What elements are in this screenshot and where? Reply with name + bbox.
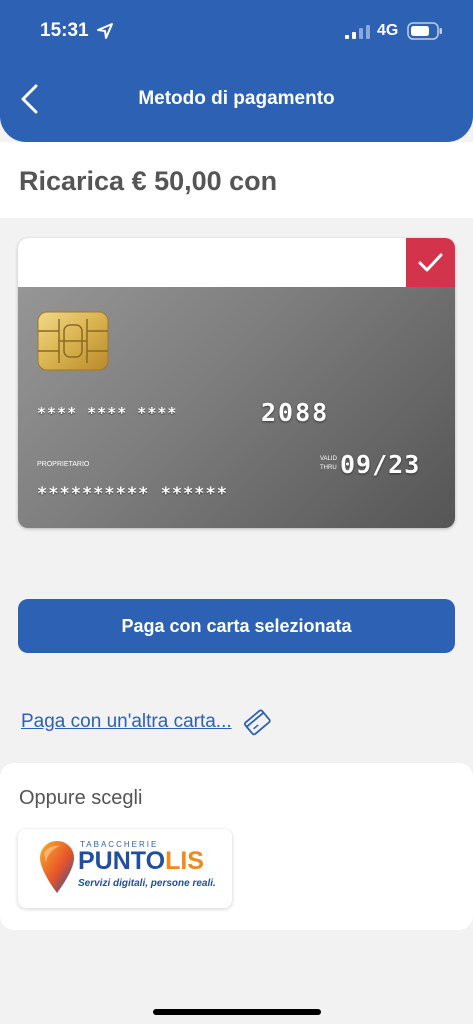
alternative-methods-label: Oppure scegli	[19, 787, 143, 809]
card-number-masked: **** **** ****	[37, 404, 178, 422]
card-number-last-digits: 2088	[261, 398, 330, 427]
checkmark-icon	[418, 253, 443, 272]
amount-panel: Ricarica € 50,00 con	[0, 142, 473, 218]
network-type: 4G	[377, 22, 399, 39]
card-owner-masked: ********** ******	[37, 484, 228, 504]
pay-with-other-card-link[interactable]: Paga con un'altra carta...	[21, 711, 232, 733]
puntolis-pin-logo-icon	[40, 841, 74, 893]
card-selected-indicator[interactable]	[406, 238, 455, 287]
provider-tagline: Servizi digitali, persone reali.	[78, 878, 216, 889]
card-chip-icon	[37, 311, 109, 371]
alternative-methods-panel: Oppure scegli TABACCHERIE PUNTOLIS Servi…	[0, 763, 473, 930]
location-arrow-icon	[97, 23, 113, 39]
puntolis-option[interactable]: TABACCHERIE PUNTOLIS Servizi digitali, p…	[18, 829, 232, 908]
battery-icon	[407, 22, 442, 40]
thru-label: THRU	[320, 465, 337, 471]
owner-label: PROPRIETARIO	[37, 461, 90, 468]
saved-card[interactable]: **** **** **** 2088 PROPRIETARIO VALID T…	[18, 238, 455, 528]
home-indicator[interactable]	[153, 1009, 321, 1015]
page-title: Metodo di pagamento	[138, 88, 335, 109]
recharge-amount: Ricarica € 50,00 con	[19, 166, 278, 196]
provider-name-a: PUNTO	[78, 847, 166, 875]
credit-card-icon[interactable]	[242, 707, 272, 737]
valid-thru-label: VALID THRU	[320, 455, 337, 473]
card-header-strip	[18, 238, 455, 287]
pay-with-selected-card-button[interactable]: Paga con carta selezionata	[18, 599, 455, 653]
provider-name: PUNTOLIS	[78, 847, 204, 876]
valid-label: VALID	[320, 456, 337, 462]
cellular-signal-icon	[345, 25, 370, 39]
status-time: 15:31	[40, 20, 89, 41]
top-header: 15:31 4G Metodo di pagamento	[0, 0, 473, 142]
provider-name-b: LIS	[165, 847, 204, 875]
card-expiry: 09/23	[340, 450, 421, 479]
